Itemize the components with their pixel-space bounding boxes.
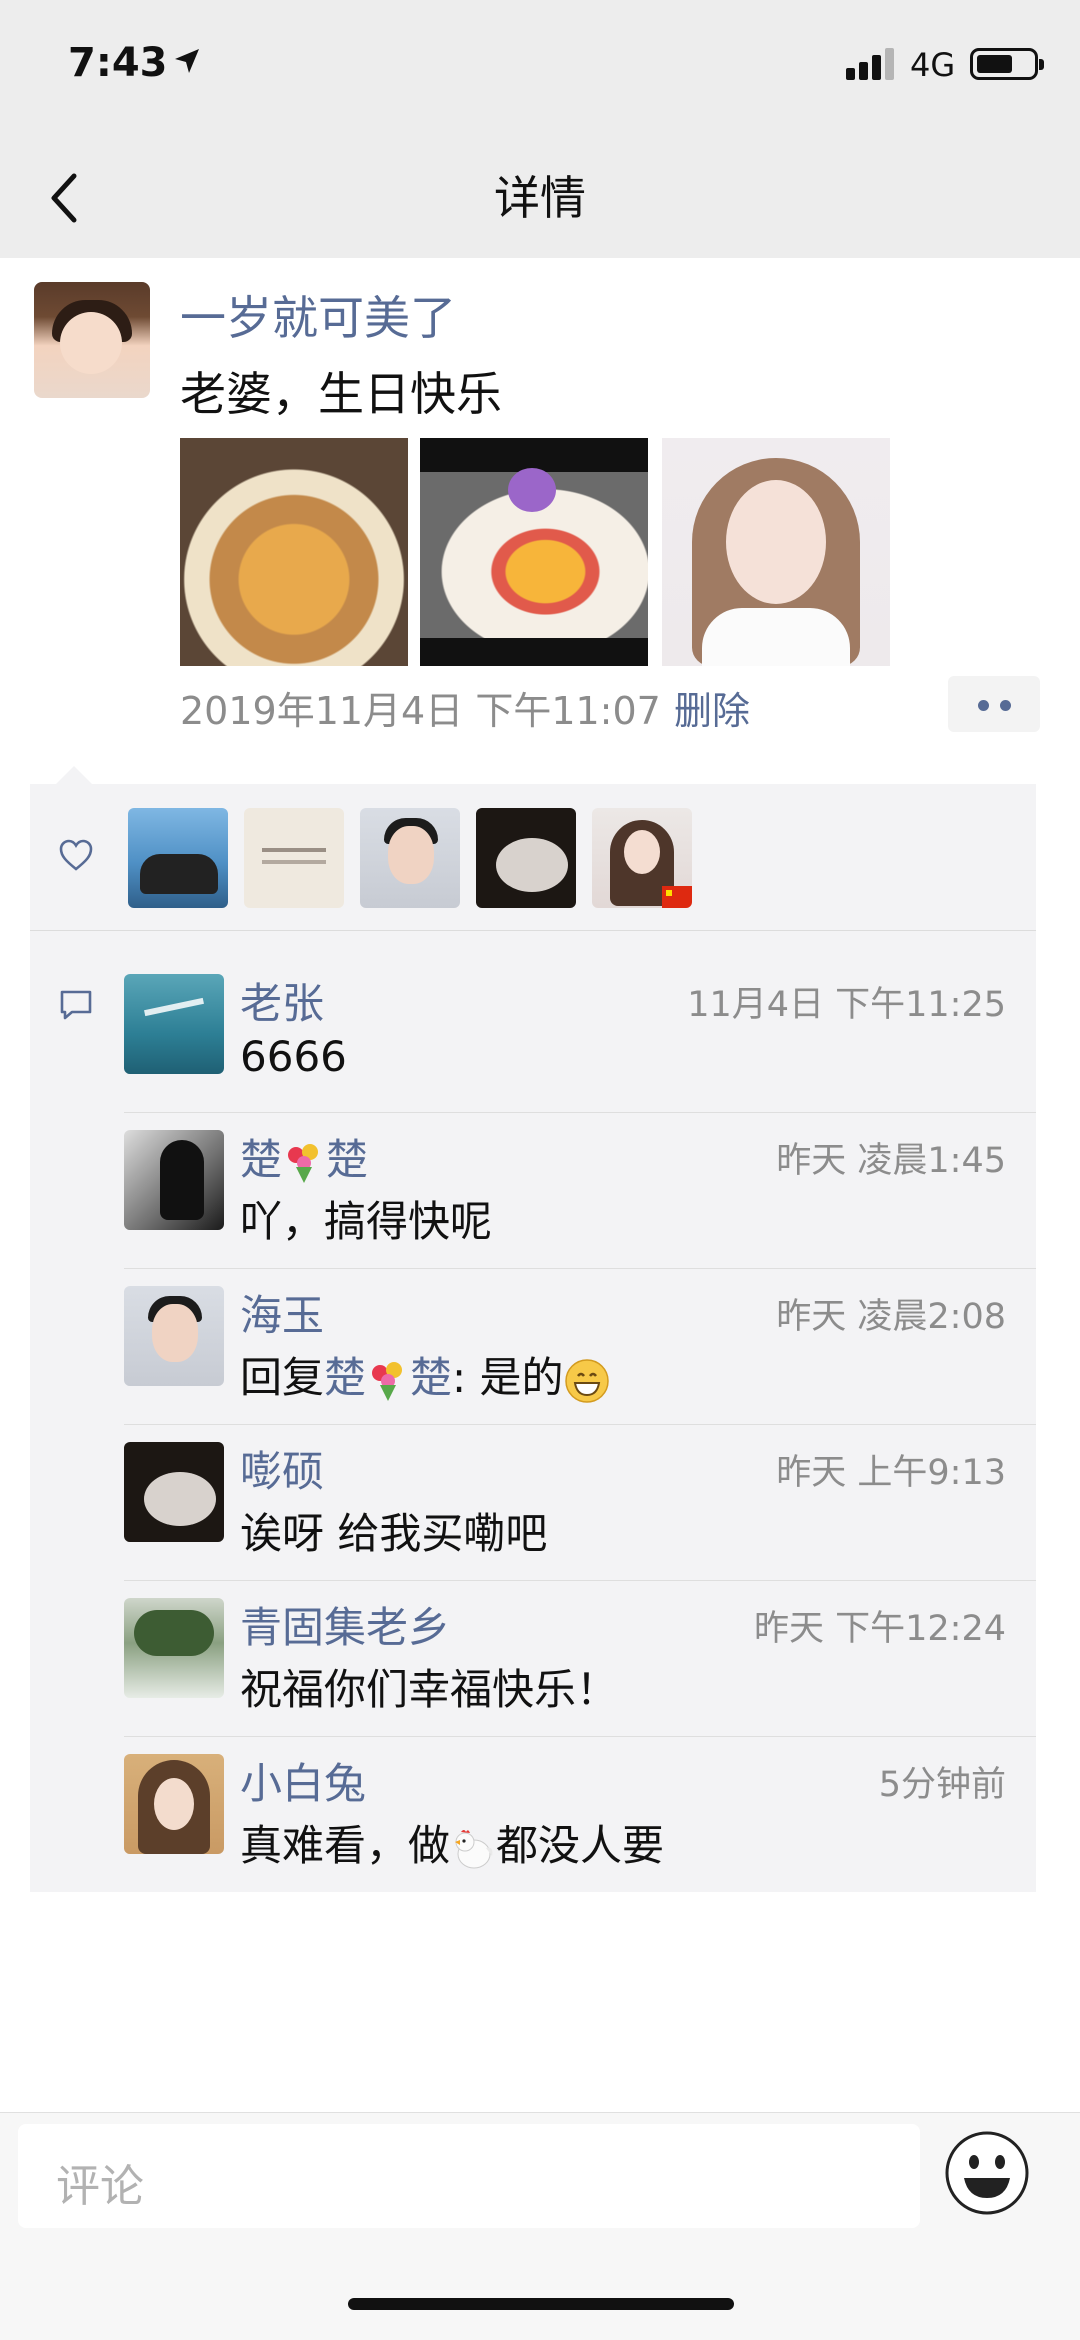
page-title: 详情 — [494, 171, 586, 225]
status-bar: 7:43 4G — [0, 0, 1080, 140]
comment-time: 昨天 下午12:24 — [754, 1609, 1006, 1649]
comment-time: 昨天 凌晨2:08 — [776, 1297, 1006, 1337]
delete-link[interactable]: 删除 — [674, 680, 750, 735]
comment-text: 祝福你们幸福快乐！ — [240, 1665, 619, 1714]
network-type: 4G — [910, 46, 956, 84]
post-photo-1[interactable] — [180, 438, 408, 666]
status-time: 7:43 — [68, 40, 168, 86]
commenter-avatar[interactable] — [124, 1442, 224, 1542]
comment-time: 11月4日 下午11:25 — [687, 985, 1006, 1025]
comment-divider — [124, 1268, 1036, 1269]
commenter-avatar[interactable] — [124, 974, 224, 1074]
liker-avatar-2[interactable] — [244, 808, 344, 908]
author-avatar[interactable] — [34, 282, 150, 398]
battery-icon — [970, 48, 1044, 80]
comment-time: 5分钟前 — [878, 1765, 1006, 1805]
commenter-name[interactable]: 嘭硕 — [240, 1438, 324, 1499]
nav-bar: 详情 — [0, 140, 1080, 258]
comment-input-placeholder: 评论 — [56, 2161, 144, 2212]
liker-avatar-5[interactable] — [592, 808, 692, 908]
comment-time: 昨天 上午9:13 — [776, 1453, 1006, 1493]
commenter-avatar[interactable] — [124, 1130, 224, 1230]
reply-name-part: 楚 — [324, 1353, 367, 1402]
comment-text: 诶呀 给我买嘞吧 — [240, 1509, 548, 1558]
comment-divider — [124, 1736, 1036, 1737]
location-arrow-icon — [175, 49, 199, 73]
comment-time: 昨天 凌晨1:45 — [776, 1141, 1006, 1181]
comment-text: 吖，搞得快呢 — [240, 1197, 493, 1246]
comment-bubble-icon — [60, 990, 92, 1020]
post-photo-2[interactable] — [420, 438, 648, 666]
reply-suffix: : 是的 — [452, 1353, 564, 1402]
home-indicator — [348, 2298, 734, 2310]
liker-avatar-1[interactable] — [128, 808, 228, 908]
post-timestamp: 2019年11月4日 下午11:07 — [180, 689, 661, 733]
commenter-name[interactable]: 小白兔 — [240, 1750, 366, 1811]
reply-prefix: 回复 — [240, 1353, 325, 1402]
heart-outline-icon — [59, 839, 93, 871]
more-options-button[interactable] — [948, 676, 1040, 732]
comment-divider — [124, 1580, 1036, 1581]
author-name[interactable]: 一岁就可美了 — [180, 282, 456, 348]
commenter-name[interactable]: 青固集老乡 — [240, 1594, 450, 1655]
bouquet-emoji-icon — [288, 1143, 319, 1183]
signal-icon — [846, 46, 898, 80]
panel-pointer — [56, 766, 92, 784]
panel-divider — [30, 930, 1036, 931]
liker-avatar-3[interactable] — [360, 808, 460, 908]
comment-text-part: 真难看，做 — [240, 1821, 451, 1870]
comment-text: 真难看，做 都没人要 — [240, 1812, 664, 1873]
comment-text: 回复楚 楚: 是的 — [240, 1344, 610, 1405]
commenter-avatar[interactable] — [124, 1754, 224, 1854]
post-text: 老婆，生日快乐 — [180, 367, 502, 421]
bouquet-emoji-icon — [372, 1361, 403, 1401]
reply-target-name[interactable]: 楚 楚 — [324, 1353, 452, 1402]
liker-avatar-4[interactable] — [476, 808, 576, 908]
comment-text-part: 都没人要 — [496, 1821, 665, 1870]
commenter-name-part: 楚 — [240, 1135, 283, 1184]
commenter-name[interactable]: 海玉 — [240, 1282, 324, 1343]
comment-text: 6666 — [240, 1032, 347, 1081]
reply-name-part: 楚 — [410, 1353, 453, 1402]
commenter-avatar[interactable] — [124, 1598, 224, 1698]
comment-divider — [124, 1424, 1036, 1425]
commenter-name[interactable]: 楚 楚 — [240, 1126, 368, 1187]
chicken-emoji-icon — [455, 1829, 493, 1868]
smiley-face-icon[interactable] — [944, 2130, 1030, 2216]
comment-input[interactable] — [18, 2124, 920, 2228]
commenter-name[interactable]: 老张 — [240, 970, 324, 1031]
commenter-avatar[interactable] — [124, 1286, 224, 1386]
grin-emoji-icon — [564, 1358, 609, 1403]
post-photo-3[interactable] — [662, 438, 890, 666]
commenter-name-part: 楚 — [326, 1135, 369, 1184]
comment-divider — [124, 1112, 1036, 1113]
